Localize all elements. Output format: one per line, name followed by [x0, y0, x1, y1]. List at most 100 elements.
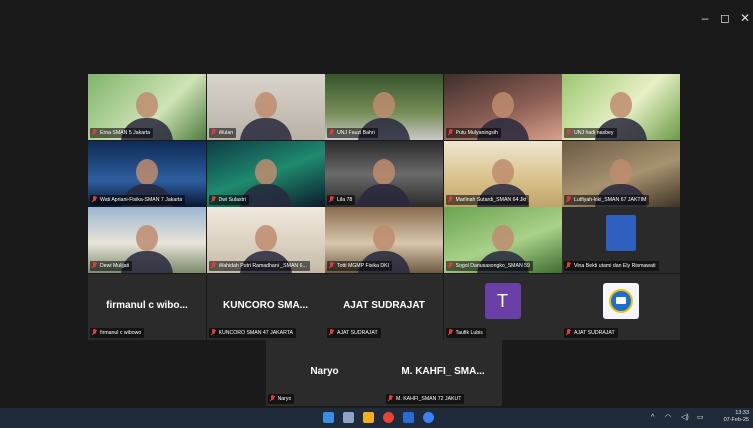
- participant-name: Dewi Mulijati: [100, 263, 130, 269]
- mic-muted-icon: [210, 129, 217, 137]
- participant-name: Marlinah Sutardi_SMAN 64 Jkt: [455, 196, 527, 203]
- close-button[interactable]: ✕: [731, 8, 753, 28]
- participant-name-bar: Erna SMAN 5 Jakarta: [90, 128, 154, 138]
- participant-name-bar: Wati Apriani-Fisika-SMAN 7 Jakarta: [90, 194, 186, 205]
- participant-name: M. KAHFI_SMAN 72 JAKUT: [396, 396, 462, 402]
- participant-tile[interactable]: KUNCORO SMA... KUNCORO SMAN 47 JAKARTA: [206, 273, 325, 340]
- participant-face: [254, 92, 277, 119]
- mic-muted-icon: [447, 328, 454, 337]
- participant-display-name: firmanul c wibo...: [106, 299, 188, 311]
- avatar: T: [484, 282, 521, 319]
- meeting-stage: Erna SMAN 5 Jakarta Wulan UNJ Fauzi Bahri P…: [0, 34, 753, 408]
- participant-name: Erna SMAN 5 Jakarta: [100, 130, 151, 136]
- school-logo-icon: [603, 282, 639, 319]
- wifi-icon[interactable]: ◠: [665, 412, 671, 423]
- participant-tile[interactable]: Marlinah Sutardi_SMAN 64 Jkt: [443, 140, 562, 207]
- volume-icon[interactable]: ◁): [681, 412, 689, 423]
- mic-muted-icon: [328, 328, 335, 337]
- mic-muted-icon: [210, 328, 217, 337]
- participant-face: [610, 158, 632, 185]
- participant-tile[interactable]: T Taufik Lubis: [443, 273, 562, 340]
- participant-name-bar: M. KAHFI_SMAN 72 JAKUT: [386, 394, 465, 404]
- participant-name: firmanul c wibowo: [100, 329, 142, 336]
- participant-tile[interactable]: Sogol Danusasongko_SMAN 59: [443, 207, 562, 273]
- word-icon[interactable]: [403, 412, 414, 423]
- participant-name-bar: Wulan: [208, 128, 237, 138]
- participant-tile[interactable]: Erna SMAN 5 Jakarta: [88, 74, 206, 140]
- participant-name: Vina Bekti utami dan Ely Rismawati: [574, 263, 656, 269]
- windows-start-icon[interactable]: [323, 412, 334, 423]
- participant-name-bar: firmanul c wibowo: [90, 327, 145, 338]
- participant-tile[interactable]: Putu Mulyaningsih: [443, 74, 562, 140]
- participant-display-name: KUNCORO SMA...: [223, 299, 308, 311]
- chrome-icon[interactable]: [383, 412, 394, 423]
- participant-tile[interactable]: Wati Apriani-Fisika-SMAN 7 Jakarta: [88, 140, 206, 207]
- participant-tile[interactable]: Lila 78: [325, 140, 443, 207]
- mic-muted-icon: [91, 129, 98, 137]
- mic-muted-icon: [387, 395, 394, 403]
- chevron-up-icon[interactable]: ^: [651, 412, 654, 423]
- mic-muted-icon: [91, 328, 98, 337]
- participant-tile[interactable]: Totti MGMP Fisika DKI: [325, 207, 443, 273]
- participant-tile[interactable]: UNJ Fauzi Bahri: [325, 74, 443, 140]
- mic-muted-icon: [328, 262, 335, 270]
- mic-muted-icon: [447, 195, 454, 204]
- participant-name-bar: Lila 78: [327, 194, 356, 205]
- participant-face: [373, 158, 395, 185]
- participant-name: Putu Mulyaningsih: [455, 130, 498, 136]
- mic-muted-icon: [91, 195, 98, 204]
- participant-name-bar: UNJ Fauzi Bahri: [327, 128, 378, 138]
- participant-tile[interactable]: Vina Bekti utami dan Ely Rismawati: [562, 207, 680, 273]
- participant-tile[interactable]: AJAT SUDRAJAT AJAT SUDRAJAT: [325, 273, 443, 340]
- zoom-icon[interactable]: [423, 412, 434, 423]
- participant-face: [254, 225, 277, 252]
- system-clock[interactable]: 13:33 07-Feb-25: [724, 410, 749, 424]
- participant-tile[interactable]: Dwi Sulastri: [206, 140, 325, 207]
- participant-tile[interactable]: Wahidah Putri Ramadhani _SMAN 6...: [206, 207, 325, 273]
- search-icon[interactable]: [343, 412, 354, 423]
- participant-tile[interactable]: AJAT SUDRAJAT: [562, 273, 680, 340]
- participant-name-bar: AJAT SUDRAJAT: [327, 327, 381, 338]
- participant-name: Wahidah Putri Ramadhani _SMAN 6...: [218, 263, 307, 269]
- participant-display-name: AJAT SUDRAJAT: [343, 299, 425, 311]
- participant-name-bar: Dewi Mulijati: [90, 261, 133, 271]
- mic-muted-icon: [210, 195, 217, 204]
- participant-tile[interactable]: Naryo Naryo: [265, 340, 384, 406]
- participant-name-bar: Wahidah Putri Ramadhani _SMAN 6...: [208, 261, 310, 271]
- participant-name: AJAT SUDRAJAT: [574, 329, 615, 336]
- participant-face: [491, 158, 514, 185]
- mic-muted-icon: [91, 262, 98, 270]
- profile-picture: [606, 215, 636, 251]
- participant-name: Naryo: [277, 396, 292, 402]
- participant-name-bar: Naryo: [267, 394, 295, 404]
- battery-icon[interactable]: ▭: [697, 412, 704, 423]
- participant-name: Wati Apriani-Fisika-SMAN 7 Jakarta: [100, 196, 183, 203]
- participant-name: Totti MGMP Fisika DKI: [337, 263, 390, 269]
- participant-name-bar: Totti MGMP Fisika DKI: [327, 261, 393, 271]
- participant-name: KUNCORO SMAN 47 JAKARTA: [218, 329, 293, 336]
- participant-tile[interactable]: Lutfiyah-kiki_SMAN 67 JAKTIM: [562, 140, 680, 207]
- participant-name-bar: AJAT SUDRAJAT: [564, 327, 618, 338]
- participant-name: Lutfiyah-kiki_SMAN 67 JAKTIM: [574, 196, 647, 203]
- participant-name-bar: Marlinah Sutardi_SMAN 64 Jkt: [445, 194, 530, 205]
- participant-name: Taufik Lubis: [455, 329, 483, 336]
- participant-tile[interactable]: firmanul c wibo... firmanul c wibowo: [88, 273, 206, 340]
- participant-name-bar: UNJ hadi nasbey: [564, 128, 617, 138]
- participant-display-name: M. KAHFI_ SMA...: [401, 366, 485, 378]
- participant-name-bar: Sogol Danusasongko_SMAN 59: [445, 261, 533, 271]
- taskbar: ^ ◠ ◁) ▭ 13:33 07-Feb-25: [0, 408, 753, 428]
- participant-tile[interactable]: Dewi Mulijati: [88, 207, 206, 273]
- participant-name-bar: Dwi Sulastri: [208, 194, 249, 205]
- participant-name-bar: Putu Mulyaningsih: [445, 128, 501, 138]
- participant-face: [491, 92, 514, 119]
- participant-tile[interactable]: M. KAHFI_ SMA... M. KAHFI_SMAN 72 JAKUT: [384, 340, 502, 406]
- clock-time: 13:33: [735, 410, 749, 416]
- participant-tile[interactable]: Wulan: [206, 74, 325, 140]
- participant-name-bar: KUNCORO SMAN 47 JAKARTA: [208, 327, 296, 338]
- mic-muted-icon: [565, 262, 572, 270]
- clock-date: 07-Feb-25: [723, 417, 749, 423]
- mic-muted-icon: [447, 262, 454, 270]
- participant-tile[interactable]: UNJ hadi nasbey: [562, 74, 680, 140]
- file-explorer-icon[interactable]: [363, 412, 374, 423]
- participant-display-name: Naryo: [310, 366, 339, 378]
